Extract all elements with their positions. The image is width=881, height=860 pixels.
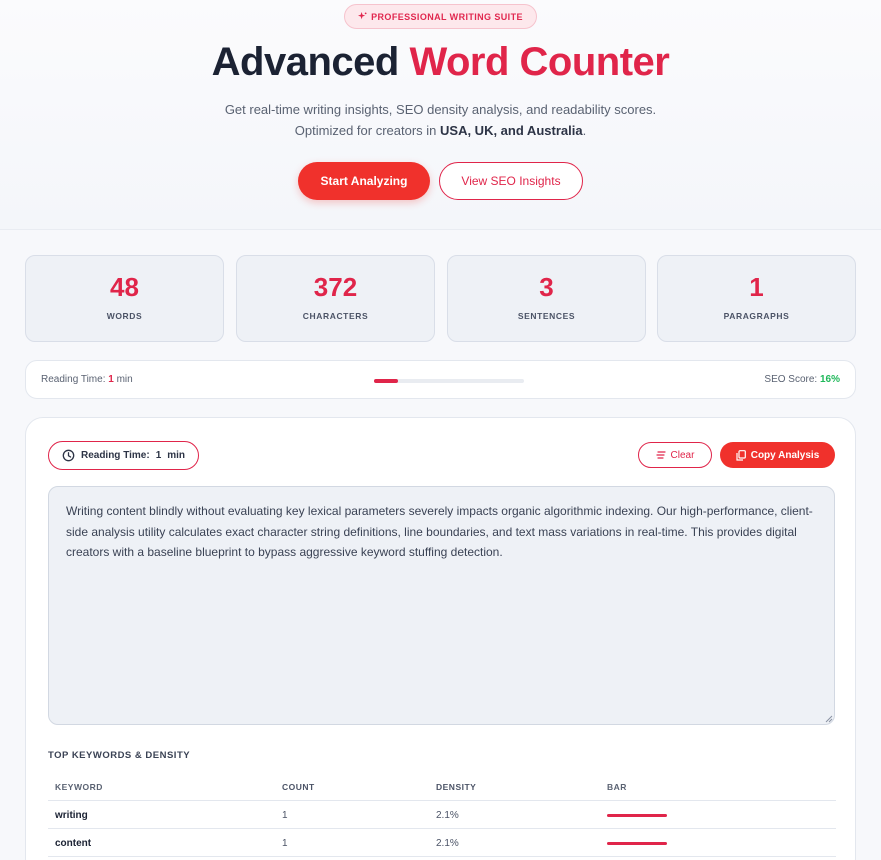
sparkle-icon — [358, 12, 367, 20]
stat-value: 372 — [313, 272, 358, 302]
stat-label: SENTENCES — [517, 311, 576, 321]
seo-score-label: SEO Score: — [764, 374, 820, 385]
density-cell: 2.1% — [436, 810, 459, 821]
subtitle-suffix: . — [582, 123, 587, 138]
resize-grip-icon[interactable] — [824, 714, 833, 723]
copy-icon — [736, 449, 746, 461]
seo-score-summary: SEO Score: 16% — [764, 374, 840, 385]
title-accent: Word Counter — [409, 40, 670, 84]
editor-panel: Reading Time: 1 min Clear Copy Analysis … — [25, 417, 856, 860]
reading-pill-value: 1 — [155, 450, 162, 461]
stat-value: 3 — [539, 272, 554, 302]
header-count: COUNT — [282, 782, 315, 792]
view-seo-insights-button[interactable]: View SEO Insights — [439, 162, 583, 200]
subtitle-line-2: Optimized for creators in USA, UK, and A… — [0, 120, 881, 141]
table-row: content 1 2.1% — [48, 829, 836, 857]
subtitle-line-1: Get real-time writing insights, SEO dens… — [224, 102, 657, 117]
stat-card-sentences: 3 SENTENCES — [447, 255, 646, 342]
clear-lines-icon — [655, 451, 666, 459]
keywords-section-title: TOP KEYWORDS & DENSITY — [48, 750, 191, 761]
suite-badge: PROFESSIONAL WRITING SUITE — [344, 4, 537, 29]
reading-pill-label: Reading Time: — [80, 450, 150, 461]
stat-card-words: 48 WORDS — [25, 255, 224, 342]
subtitle-prefix: Optimized for creators in — [294, 123, 441, 138]
page-title: Advanced Word Counter — [0, 40, 881, 85]
seo-progress-track — [374, 379, 524, 383]
stat-label: WORDS — [106, 311, 143, 321]
seo-progress-fill — [374, 379, 398, 383]
table-row: writing 1 2.1% — [48, 801, 836, 829]
reading-time-summary: Reading Time: 1 min — [41, 374, 133, 385]
reading-time-unit: min — [113, 374, 133, 385]
count-cell: 1 — [282, 838, 288, 849]
copy-analysis-button[interactable]: Copy Analysis — [720, 442, 835, 468]
title-main: Advanced — [211, 40, 400, 84]
stat-label: PARAGRAPHS — [723, 311, 790, 321]
density-bar — [607, 842, 667, 845]
density-cell: 2.1% — [436, 838, 459, 849]
page-subtitle: Get real-time writing insights, SEO dens… — [0, 99, 881, 141]
header-density: DENSITY — [436, 782, 477, 792]
header-keyword: KEYWORD — [55, 782, 103, 792]
clock-icon — [62, 449, 75, 462]
seo-score-value: 16% — [819, 374, 840, 385]
count-cell: 1 — [282, 810, 288, 821]
text-input-area[interactable]: Writing content blindly without evaluati… — [48, 486, 835, 725]
keywords-table-header: KEYWORD COUNT DENSITY BAR — [48, 773, 836, 801]
keyword-cell: content — [55, 838, 92, 849]
summary-bar: Reading Time: 1 min SEO Score: 16% — [25, 360, 856, 399]
reading-time-pill: Reading Time: 1 min — [48, 441, 199, 470]
density-bar — [607, 814, 667, 817]
hero-section: PROFESSIONAL WRITING SUITE Advanced Word… — [0, 0, 881, 230]
stat-value: 48 — [110, 272, 139, 302]
stat-label: CHARACTERS — [302, 311, 369, 321]
keywords-table: KEYWORD COUNT DENSITY BAR writing 1 2.1%… — [48, 773, 836, 857]
reading-pill-unit: min — [167, 450, 186, 461]
keyword-cell: writing — [55, 810, 88, 821]
badge-label: PROFESSIONAL WRITING SUITE — [371, 11, 523, 22]
reading-time-label: Reading Time: — [41, 374, 109, 385]
clear-button-label: Clear — [670, 449, 695, 461]
copy-button-label: Copy Analysis — [750, 449, 820, 461]
stat-card-characters: 372 CHARACTERS — [236, 255, 435, 342]
stat-value: 1 — [749, 272, 764, 302]
header-bar: BAR — [607, 782, 627, 792]
subtitle-regions: USA, UK, and Australia — [440, 123, 583, 138]
clear-button[interactable]: Clear — [638, 442, 712, 468]
start-analyzing-button[interactable]: Start Analyzing — [298, 162, 430, 200]
stat-card-paragraphs: 1 PARAGRAPHS — [657, 255, 856, 342]
